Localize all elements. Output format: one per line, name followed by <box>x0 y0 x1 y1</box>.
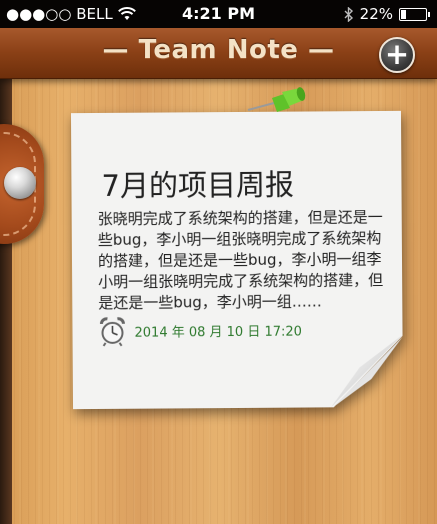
note-body: 张晓明完成了系统架构的搭建，但是还是一些bug，李小明一组张晓明完成了系统架构的… <box>97 207 384 312</box>
battery-icon <box>399 7 430 21</box>
app-screen: ●●●○○ BELL 4:21 PM 22% — Team Note — + 7… <box>0 0 437 524</box>
alarm-clock-icon <box>99 317 125 347</box>
nav-bar: — Team Note — + <box>0 28 437 79</box>
battery-percent: 22% <box>359 5 393 23</box>
add-note-button[interactable]: + <box>379 37 415 73</box>
pushpin-icon <box>247 87 306 112</box>
status-bar: ●●●○○ BELL 4:21 PM 22% <box>0 0 437 28</box>
app-title: — Team Note — <box>102 35 335 65</box>
note-date: 2014 年 08 月 10 日 17:20 <box>134 324 302 341</box>
battery-fill <box>401 9 406 19</box>
status-right: 22% <box>344 5 430 23</box>
note-title: 7月的项目周报 <box>101 167 295 203</box>
bluetooth-icon <box>344 6 353 22</box>
plus-icon: + <box>384 37 410 71</box>
snap-button-icon <box>4 167 36 199</box>
note-card[interactable]: 7月的项目周报 张晓明完成了系统架构的搭建，但是还是一些bug，李小明一组张晓明… <box>71 111 403 409</box>
note-footer: 2014 年 08 月 10 日 17:20 <box>98 314 302 347</box>
